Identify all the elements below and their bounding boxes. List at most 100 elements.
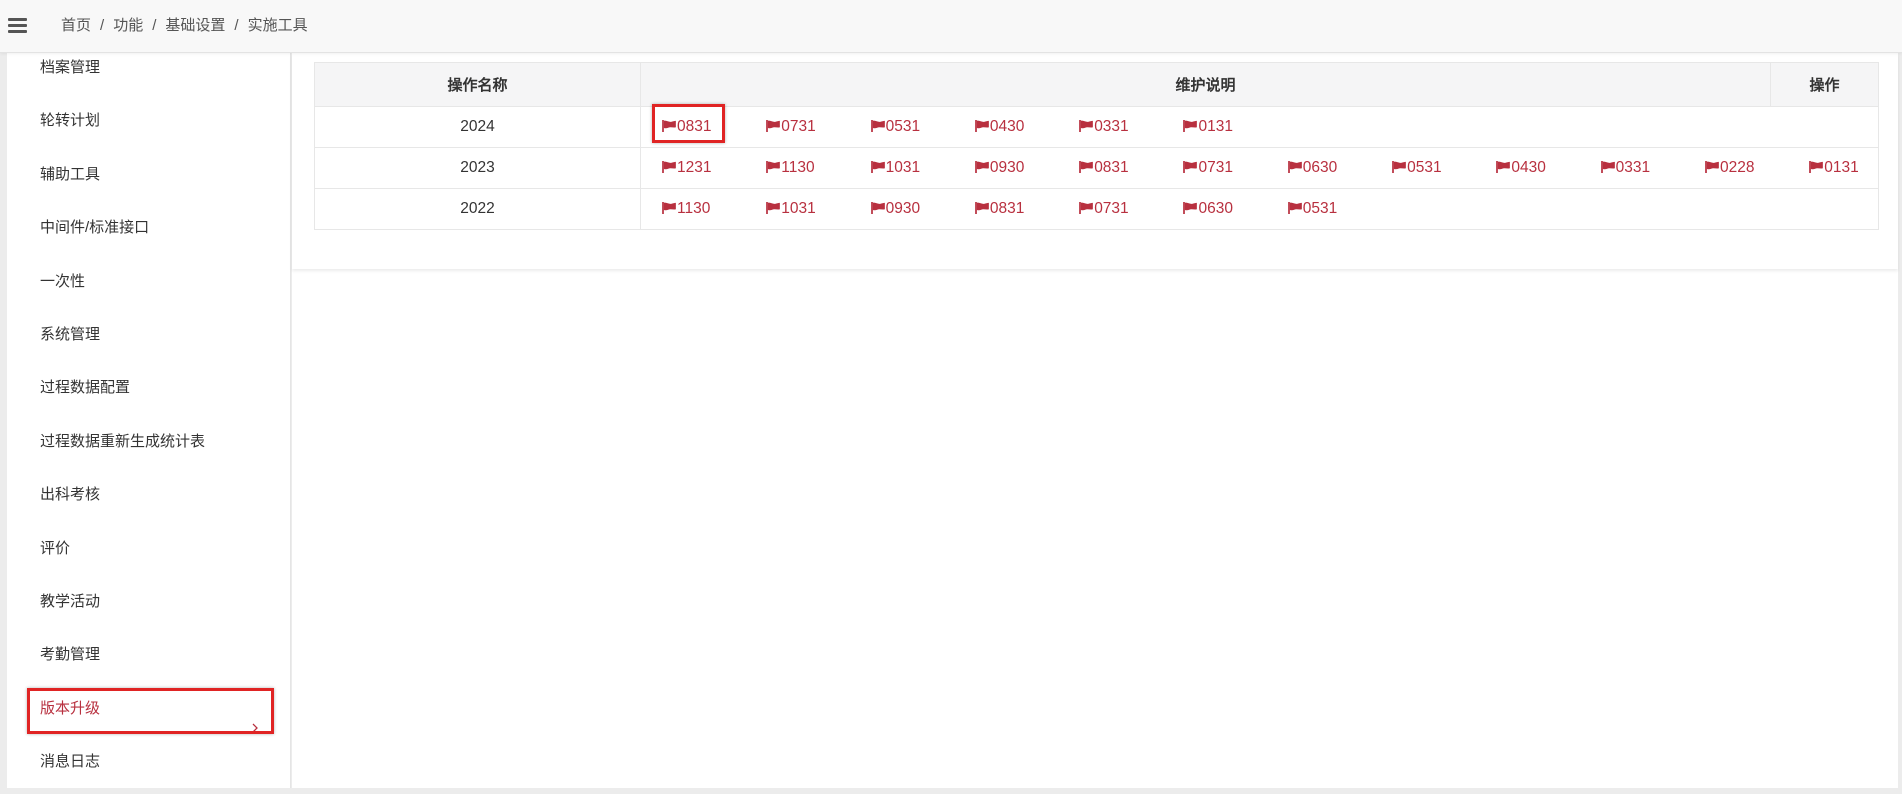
breadcrumb-item[interactable]: 基础设置	[165, 17, 225, 34]
flag-icon	[870, 118, 885, 132]
sidebar-item-label: 出科考核	[40, 486, 101, 504]
sidebar-item[interactable]: 过程数据配置	[7, 361, 290, 414]
flag-icon	[1183, 159, 1198, 173]
version-link-label: 0430	[1511, 159, 1546, 176]
sidebar-item[interactable]: 出科考核	[7, 468, 290, 521]
flag-icon	[870, 200, 885, 214]
flag-icon	[975, 118, 989, 132]
flag-icon	[766, 118, 781, 132]
version-link[interactable]: 0731	[766, 117, 870, 137]
sidebar-item[interactable]: 轮转计划	[7, 94, 290, 147]
flag-icon	[1496, 159, 1511, 173]
flag-icon	[1809, 159, 1824, 173]
flag-icon	[1079, 200, 1094, 214]
version-link-label: 1031	[885, 159, 921, 176]
version-link-label: 0531	[885, 118, 921, 135]
version-link[interactable]: 0131	[1809, 158, 1859, 178]
version-link[interactable]: 0531	[1287, 199, 1338, 219]
version-link-label: 0731	[1094, 200, 1129, 217]
version-link[interactable]: 0531	[1392, 158, 1496, 178]
year-cell: 2024	[314, 106, 641, 148]
version-link-label: 0930	[989, 159, 1025, 176]
breadcrumb-item[interactable]: 首页	[61, 17, 91, 34]
flag-icon	[1079, 118, 1094, 132]
version-link[interactable]: 0630	[1183, 199, 1287, 219]
version-link-label: 0731	[1198, 159, 1233, 176]
menu-toggle-button[interactable]	[7, 16, 29, 36]
sidebar-item-label: 档案管理	[40, 59, 101, 76]
sidebar-item-label: 过程数据重新生成统计表	[40, 432, 206, 450]
top-bar: 首页 / 功能 / 基础设置 / 实施工具	[0, 0, 1902, 53]
version-link[interactable]: 0831	[652, 104, 766, 143]
sidebar-item[interactable]: 教学活动	[7, 575, 290, 628]
version-link[interactable]: 0331	[1079, 117, 1183, 137]
sidebar-item[interactable]: 考勤管理	[7, 628, 290, 681]
version-link-label: 1031	[781, 200, 816, 217]
version-link-label: 0831	[1094, 159, 1129, 176]
version-link[interactable]: 0228	[1705, 158, 1809, 178]
sidebar-item-label: 教学活动	[40, 592, 101, 610]
version-link[interactable]: 0930	[870, 199, 975, 219]
flag-icon	[1392, 159, 1406, 173]
version-link[interactable]: 0531	[870, 117, 975, 137]
version-link[interactable]: 0731	[1183, 158, 1287, 178]
version-link[interactable]: 0630	[1287, 158, 1392, 178]
flag-icon	[662, 159, 676, 173]
version-link[interactable]: 1130	[662, 199, 766, 219]
version-link[interactable]: 0430	[975, 117, 1079, 137]
version-link[interactable]: 0331	[1600, 158, 1705, 178]
version-link-label: 0531	[1407, 159, 1442, 176]
sidebar-item[interactable]: 中间件/标准接口	[7, 201, 290, 254]
version-link[interactable]: 1031	[870, 158, 975, 178]
breadcrumb-item: 实施工具	[247, 17, 308, 34]
column-header-name: 操作名称	[314, 62, 641, 107]
version-link[interactable]: 1130	[766, 158, 870, 178]
flag-icon	[662, 200, 676, 214]
version-link-label: 0930	[885, 200, 921, 217]
version-link-label: 0531	[1302, 200, 1338, 217]
year-cell: 2022	[314, 188, 641, 230]
version-link-label: 0731	[781, 118, 816, 135]
sidebar-item[interactable]: 系统管理	[7, 308, 290, 361]
sidebar-item-label: 考勤管理	[40, 646, 101, 664]
sidebar-item-label: 中间件/标准接口	[40, 219, 150, 237]
sidebar-item[interactable]: 版本升级	[7, 682, 290, 735]
version-link[interactable]: 0930	[975, 158, 1079, 178]
sidebar-item[interactable]: 一次性	[7, 255, 290, 308]
sidebar-item[interactable]: 评价	[7, 522, 290, 575]
flag-icon	[1600, 159, 1615, 173]
version-link[interactable]: 0831	[1079, 158, 1183, 178]
sidebar-menu: 档案管理轮转计划辅助工具中间件/标准接口 一次性系统管理 过程数据配置过程数据重新生…	[7, 53, 290, 788]
sidebar-item[interactable]: 消息日志	[7, 735, 290, 788]
table-row: 2024 0831 0731 0531 0430 0331 0131	[314, 104, 1879, 148]
sidebar-item-label: 版本升级	[40, 699, 101, 717]
flag-icon	[870, 159, 885, 173]
column-header-action: 操作	[1770, 62, 1879, 107]
version-link-label: 0331	[1094, 118, 1129, 135]
version-link[interactable]: 0430	[1496, 158, 1600, 178]
sidebar-item-label: 轮转计划	[40, 112, 101, 130]
sidebar-item-label: 一次性	[40, 272, 86, 290]
breadcrumb: 首页 / 功能 / 基础设置 / 实施工具	[61, 0, 308, 52]
flag-icon	[1079, 159, 1094, 173]
version-table: 操作名称 维护说明 操作 2024 0831 0731 0531 0430 0331 013…	[314, 62, 1879, 230]
sidebar-item[interactable]: 档案管理	[7, 53, 290, 94]
version-link-label: 0831	[989, 200, 1025, 217]
version-link[interactable]: 0131	[1183, 117, 1233, 137]
breadcrumb-item[interactable]: 功能	[113, 17, 143, 34]
sidebar-item[interactable]: 过程数据重新生成统计表	[7, 415, 290, 468]
version-link[interactable]: 0831	[975, 199, 1079, 219]
sidebar-item[interactable]: 辅助工具	[7, 148, 290, 201]
year-cell: 2023	[314, 147, 641, 189]
flag-icon	[975, 200, 989, 214]
flag-icon	[975, 159, 989, 173]
flag-icon	[1287, 200, 1302, 214]
version-link[interactable]: 1031	[766, 199, 870, 219]
version-link-label: 0831	[677, 118, 712, 135]
version-link[interactable]: 1231	[662, 158, 766, 178]
version-link[interactable]: 0731	[1079, 199, 1183, 219]
flag-icon	[1287, 159, 1302, 173]
sidebar-item-label: 辅助工具	[40, 165, 101, 183]
flag-icon	[1183, 118, 1198, 132]
version-link-label: 1130	[781, 159, 815, 176]
